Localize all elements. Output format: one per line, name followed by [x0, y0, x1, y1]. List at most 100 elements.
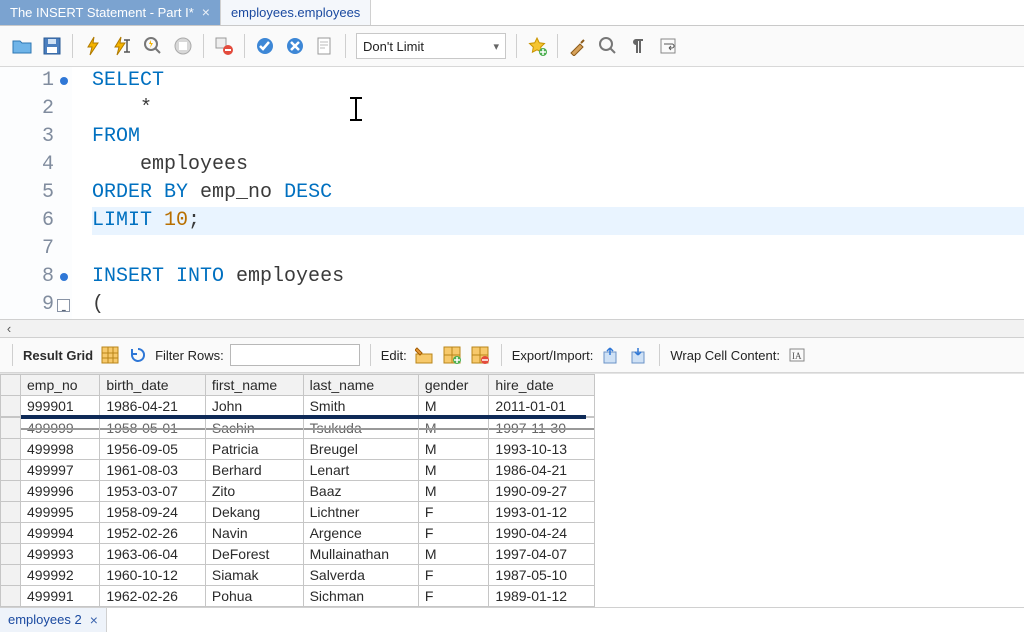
table-cell[interactable]: 1958-09-24 [100, 502, 206, 523]
table-row[interactable]: 4999961953-03-07ZitoBaazM1990-09-27 [1, 481, 595, 502]
code-line[interactable]: FROM [92, 123, 1024, 151]
table-row[interactable]: 4999991958-05-01SachinTsukudaM1997-11-30 [1, 418, 595, 439]
table-cell[interactable]: Pohua [205, 586, 303, 607]
table-cell[interactable]: 1960-10-12 [100, 565, 206, 586]
table-cell[interactable]: Dekang [205, 502, 303, 523]
table-cell[interactable]: M [418, 418, 489, 439]
invisibles-toggle[interactable] [624, 32, 652, 60]
code-line[interactable]: LIMIT 10; [92, 207, 1024, 235]
table-row[interactable]: 4999921960-10-12SiamakSalverdaF1987-05-1… [1, 565, 595, 586]
table-cell[interactable]: 1987-05-10 [489, 565, 595, 586]
column-header-hire-date[interactable]: hire_date [489, 375, 595, 396]
open-file-button[interactable] [8, 32, 36, 60]
table-cell[interactable]: M [418, 544, 489, 565]
table-cell[interactable]: 499991 [21, 586, 100, 607]
row-number-cell[interactable] [1, 439, 21, 460]
close-icon[interactable]: × [202, 5, 210, 19]
rollback-button[interactable] [281, 32, 309, 60]
code-line[interactable]: INSERT INTO employees [92, 263, 1024, 291]
wrap-toggle[interactable] [654, 32, 682, 60]
table-cell[interactable]: Argence [303, 523, 418, 544]
execute-current-button[interactable] [109, 32, 137, 60]
result-tab-employees-2[interactable]: employees 2 × [0, 608, 107, 632]
close-icon[interactable]: × [90, 613, 98, 627]
table-cell[interactable]: F [418, 565, 489, 586]
code-line[interactable] [92, 235, 1024, 263]
row-number-cell[interactable] [1, 481, 21, 502]
favorites-button[interactable] [523, 32, 551, 60]
autocommit-toggle[interactable] [311, 32, 339, 60]
table-cell[interactable]: DeForest [205, 544, 303, 565]
sql-editor[interactable]: 123456789 SELECT *FROM employeesORDER BY… [0, 67, 1024, 320]
row-number-cell[interactable] [1, 460, 21, 481]
table-cell[interactable]: 499999 [21, 418, 100, 439]
table-cell[interactable]: 1993-10-13 [489, 439, 595, 460]
table-cell[interactable]: 1953-03-07 [100, 481, 206, 502]
table-cell[interactable]: Zito [205, 481, 303, 502]
code-line[interactable]: * [92, 95, 1024, 123]
tab-employees-employees[interactable]: employees.employees [221, 0, 371, 25]
table-row[interactable]: 4999941952-02-26NavinArgenceF1990-04-24 [1, 523, 595, 544]
execute-button[interactable] [79, 32, 107, 60]
row-number-cell[interactable] [1, 523, 21, 544]
table-cell[interactable]: M [418, 439, 489, 460]
table-cell[interactable]: Salverda [303, 565, 418, 586]
table-cell[interactable]: 1997-11-30 [489, 418, 595, 439]
scroll-left-icon[interactable]: ‹ [0, 320, 18, 338]
table-cell[interactable]: Mullainathan [303, 544, 418, 565]
table-cell[interactable]: F [418, 502, 489, 523]
import-button[interactable] [627, 344, 649, 366]
kill-query-button[interactable] [210, 32, 238, 60]
table-cell[interactable]: 1952-02-26 [100, 523, 206, 544]
table-row[interactable]: 4999981956-09-05PatriciaBreugelM1993-10-… [1, 439, 595, 460]
table-cell[interactable]: M [418, 396, 489, 417]
table-cell[interactable]: Berhard [205, 460, 303, 481]
table-cell[interactable]: 1990-04-24 [489, 523, 595, 544]
table-cell[interactable]: Lichtner [303, 502, 418, 523]
editor-code-area[interactable]: SELECT *FROM employeesORDER BY emp_no DE… [72, 67, 1024, 319]
result-table[interactable]: emp_nobirth_datefirst_namelast_namegende… [0, 374, 595, 607]
delete-row-button[interactable] [469, 344, 491, 366]
code-line[interactable]: ( [92, 291, 1024, 319]
refresh-button[interactable] [127, 344, 149, 366]
table-cell[interactable]: 1986-04-21 [100, 396, 206, 417]
table-cell[interactable]: Baaz [303, 481, 418, 502]
wrap-cell-button[interactable]: IA [786, 344, 808, 366]
table-cell[interactable]: F [418, 523, 489, 544]
table-cell[interactable]: 499997 [21, 460, 100, 481]
row-number-cell[interactable] [1, 565, 21, 586]
table-cell[interactable]: 1961-08-03 [100, 460, 206, 481]
table-row[interactable]: 4999951958-09-24DekangLichtnerF1993-01-1… [1, 502, 595, 523]
table-cell[interactable]: 499994 [21, 523, 100, 544]
row-number-cell[interactable] [1, 418, 21, 439]
table-cell[interactable]: Siamak [205, 565, 303, 586]
explain-button[interactable] [139, 32, 167, 60]
stop-button[interactable] [169, 32, 197, 60]
table-cell[interactable]: John [205, 396, 303, 417]
table-cell[interactable]: 1997-04-07 [489, 544, 595, 565]
result-grid[interactable]: emp_nobirth_datefirst_namelast_namegende… [0, 373, 1024, 607]
row-number-cell[interactable] [1, 396, 21, 417]
table-cell[interactable]: Navin [205, 523, 303, 544]
table-cell[interactable]: 1962-02-26 [100, 586, 206, 607]
filter-rows-input[interactable] [230, 344, 360, 366]
table-cell[interactable]: M [418, 481, 489, 502]
table-row[interactable]: 4999931963-06-04DeForestMullainathanM199… [1, 544, 595, 565]
table-row[interactable]: 4999971961-08-03BerhardLenartM1986-04-21 [1, 460, 595, 481]
table-cell[interactable]: F [418, 586, 489, 607]
edit-row-button[interactable] [413, 344, 435, 366]
table-cell[interactable]: 1956-09-05 [100, 439, 206, 460]
table-cell[interactable]: 2011-01-01 [489, 396, 595, 417]
table-cell[interactable]: 499992 [21, 565, 100, 586]
table-cell[interactable]: M [418, 460, 489, 481]
column-header-gender[interactable]: gender [418, 375, 489, 396]
table-cell[interactable]: 499998 [21, 439, 100, 460]
table-cell[interactable]: Lenart [303, 460, 418, 481]
export-button[interactable] [599, 344, 621, 366]
grid-view-button[interactable] [99, 344, 121, 366]
table-cell[interactable]: 1993-01-12 [489, 502, 595, 523]
table-cell[interactable]: Patricia [205, 439, 303, 460]
table-cell[interactable]: 499993 [21, 544, 100, 565]
table-cell[interactable]: 1986-04-21 [489, 460, 595, 481]
row-number-cell[interactable] [1, 502, 21, 523]
